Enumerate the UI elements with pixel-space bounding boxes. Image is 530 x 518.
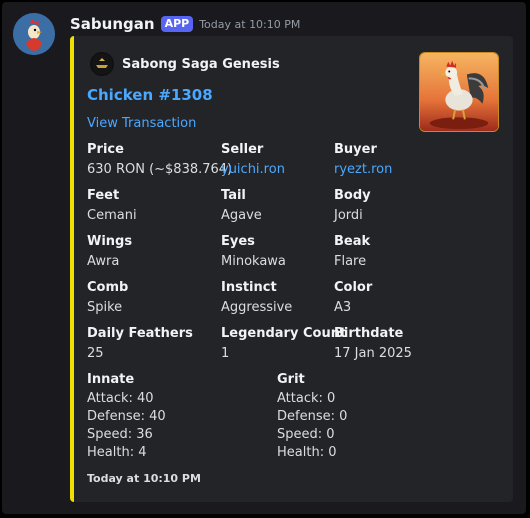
field-value: Aggressive bbox=[221, 300, 293, 315]
field-tail: Tail Agave bbox=[221, 188, 351, 224]
sabong-saga-logo-icon bbox=[90, 52, 114, 76]
embed-author-name: Sabong Saga Genesis bbox=[122, 56, 280, 72]
grit-attack: Attack: 0 bbox=[277, 391, 336, 406]
field-body: Body Jordi bbox=[334, 188, 464, 224]
field-name: Instinct bbox=[221, 280, 277, 295]
field-wings: Wings Awra bbox=[87, 234, 217, 270]
field-seller: Seller yuichi.ron bbox=[221, 142, 351, 178]
field-name: Birthdate bbox=[334, 326, 404, 341]
field-value: Minokawa bbox=[221, 254, 286, 269]
field-feet: Feet Cemani bbox=[87, 188, 217, 224]
grit-defense: Defense: 0 bbox=[277, 409, 348, 424]
field-value: A3 bbox=[334, 300, 352, 315]
field-name: Seller bbox=[221, 142, 264, 157]
field-eyes: Eyes Minokawa bbox=[221, 234, 351, 270]
field-buyer: Buyer ryezt.ron bbox=[334, 142, 464, 178]
field-name: Feet bbox=[87, 188, 120, 203]
field-birthdate: Birthdate 17 Jan 2025 bbox=[334, 326, 464, 362]
field-value: 25 bbox=[87, 346, 104, 361]
avatar[interactable] bbox=[13, 13, 55, 55]
field-name: Innate bbox=[87, 372, 135, 387]
rooster-thumbnail[interactable] bbox=[419, 52, 499, 132]
field-instinct: Instinct Aggressive bbox=[221, 280, 351, 316]
field-value: Cemani bbox=[87, 208, 137, 223]
view-transaction-link[interactable]: View Transaction bbox=[87, 116, 196, 131]
innate-attack: Attack: 40 bbox=[87, 391, 154, 406]
message-header: Sabungan APP Today at 10:10 PM bbox=[70, 12, 300, 36]
field-name: Legendary Count bbox=[221, 326, 347, 341]
seller-link[interactable]: yuichi.ron bbox=[221, 162, 351, 178]
field-name: Color bbox=[334, 280, 373, 295]
field-value: Spike bbox=[87, 300, 123, 315]
field-name: Grit bbox=[277, 372, 305, 387]
field-color: Color A3 bbox=[334, 280, 464, 316]
embed-title[interactable]: Chicken #1308 bbox=[87, 86, 213, 104]
rooster-image-icon bbox=[420, 53, 498, 131]
field-name: Beak bbox=[334, 234, 371, 249]
field-grit: Grit Attack: 0 Defense: 0 Speed: 0 Healt… bbox=[277, 372, 457, 462]
field-legendary-count: Legendary Count 1 bbox=[221, 326, 351, 362]
message-container: Sabungan APP Today at 10:10 PM Sabong Sa… bbox=[2, 2, 526, 514]
field-value: 630 RON (~$838.764) bbox=[87, 162, 233, 177]
grit-speed: Speed: 0 bbox=[277, 427, 335, 442]
field-name: Comb bbox=[87, 280, 129, 295]
innate-health: Health: 4 bbox=[87, 445, 147, 460]
field-price: Price 630 RON (~$838.764) bbox=[87, 142, 233, 178]
embed-author: Sabong Saga Genesis bbox=[90, 52, 280, 76]
field-name: Wings bbox=[87, 234, 133, 249]
field-value: Awra bbox=[87, 254, 120, 269]
rooster-avatar-icon bbox=[13, 13, 55, 55]
field-comb: Comb Spike bbox=[87, 280, 217, 316]
innate-speed: Speed: 36 bbox=[87, 427, 153, 442]
field-name: Body bbox=[334, 188, 371, 203]
field-value: Agave bbox=[221, 208, 262, 223]
field-daily-feathers: Daily Feathers 25 bbox=[87, 326, 217, 362]
field-beak: Beak Flare bbox=[334, 234, 464, 270]
field-name: Eyes bbox=[221, 234, 255, 249]
message-timestamp[interactable]: Today at 10:10 PM bbox=[199, 18, 300, 31]
embed-card: Sabong Saga Genesis Chicken #1308 View T… bbox=[70, 36, 513, 502]
buyer-link[interactable]: ryezt.ron bbox=[334, 162, 464, 178]
innate-defense: Defense: 40 bbox=[87, 409, 166, 424]
app-badge: APP bbox=[160, 16, 194, 32]
field-name: Daily Feathers bbox=[87, 326, 193, 341]
field-name: Tail bbox=[221, 188, 246, 203]
field-innate: Innate Attack: 40 Defense: 40 Speed: 36 … bbox=[87, 372, 267, 462]
username[interactable]: Sabungan bbox=[70, 15, 155, 33]
grit-health: Health: 0 bbox=[277, 445, 337, 460]
field-value: Flare bbox=[334, 254, 367, 269]
field-name: Price bbox=[87, 142, 124, 157]
field-value: 17 Jan 2025 bbox=[334, 346, 412, 361]
field-value: Jordi bbox=[334, 208, 363, 223]
embed-footer-timestamp: Today at 10:10 PM bbox=[87, 472, 201, 485]
field-name: Buyer bbox=[334, 142, 377, 157]
field-value: 1 bbox=[221, 346, 230, 361]
